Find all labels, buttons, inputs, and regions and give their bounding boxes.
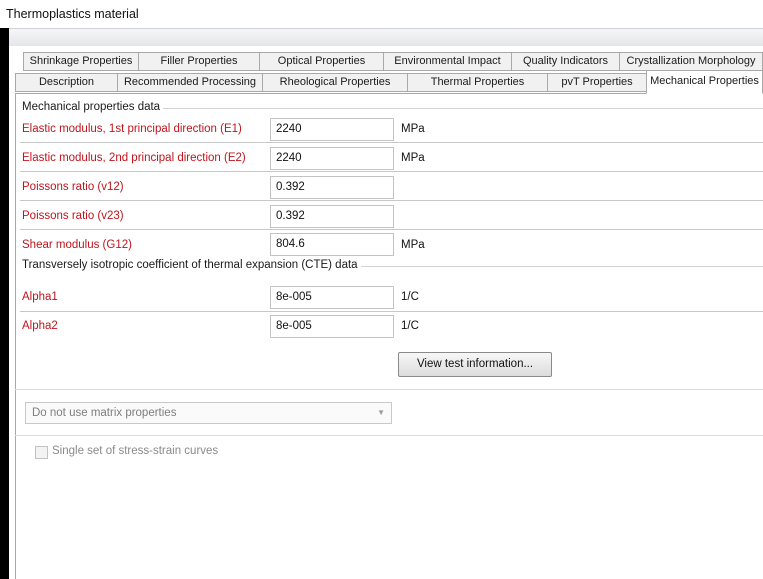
tab-thermal-properties[interactable]: Thermal Properties <box>407 73 548 92</box>
unit-e2: MPa <box>401 152 425 164</box>
input-e1[interactable]: 2240 <box>270 118 394 141</box>
unit-alpha1: 1/C <box>401 291 419 303</box>
tab-shrinkage-properties[interactable]: Shrinkage Properties <box>23 52 139 71</box>
label-alpha1: Alpha1 <box>22 291 58 303</box>
window-frame-left <box>0 28 9 579</box>
unit-e1: MPa <box>401 123 425 135</box>
tab-pvt-properties[interactable]: pvT Properties <box>547 73 647 92</box>
group-title-cte: Transversely isotropic coefficient of th… <box>22 259 361 271</box>
label-v23: Poissons ratio (v23) <box>22 210 124 222</box>
window-frame-top <box>9 28 763 46</box>
label-e2: Elastic modulus, 2nd principal direction… <box>22 152 246 164</box>
matrix-select-value: Do not use matrix properties <box>32 407 177 419</box>
input-e2[interactable]: 2240 <box>270 147 394 170</box>
tab-filler-properties[interactable]: Filler Properties <box>138 52 260 71</box>
section-divider <box>15 389 763 390</box>
matrix-properties-select[interactable]: Do not use matrix properties ▼ <box>25 402 392 424</box>
tab-environmental-impact[interactable]: Environmental Impact <box>383 52 512 71</box>
tab-crystallization-morphology[interactable]: Crystallization Morphology <box>619 52 763 71</box>
row-divider <box>20 171 763 172</box>
tab-optical-properties[interactable]: Optical Properties <box>259 52 384 71</box>
tab-mechanical-properties[interactable]: Mechanical Properties <box>646 70 763 94</box>
stress-strain-label: Single set of stress-strain curves <box>52 445 219 457</box>
unit-g12: MPa <box>401 239 425 251</box>
tab-quality-indicators[interactable]: Quality Indicators <box>511 52 620 71</box>
tab-description[interactable]: Description <box>15 73 118 92</box>
label-e1: Elastic modulus, 1st principal direction… <box>22 123 242 135</box>
label-g12: Shear modulus (G12) <box>22 239 132 251</box>
input-alpha1[interactable]: 8e-005 <box>270 286 394 309</box>
row-divider <box>20 311 763 312</box>
input-v12[interactable]: 0.392 <box>270 176 394 199</box>
window-title: Thermoplastics material <box>6 7 139 21</box>
row-divider <box>20 142 763 143</box>
label-v12: Poissons ratio (v12) <box>22 181 124 193</box>
input-g12[interactable]: 804.6 <box>270 233 394 256</box>
group-title-mechanical: Mechanical properties data <box>22 101 164 113</box>
label-alpha2: Alpha2 <box>22 320 58 332</box>
stress-strain-checkbox[interactable] <box>35 446 48 459</box>
view-test-information-button[interactable]: View test information... <box>398 352 552 377</box>
input-v23[interactable]: 0.392 <box>270 205 394 228</box>
input-alpha2[interactable]: 8e-005 <box>270 315 394 338</box>
chevron-down-icon: ▼ <box>377 408 385 417</box>
unit-alpha2: 1/C <box>401 320 419 332</box>
row-divider <box>20 200 763 201</box>
row-divider <box>20 229 763 230</box>
section-divider <box>15 435 763 436</box>
tab-rheological-properties[interactable]: Rheological Properties <box>262 73 408 92</box>
tab-recommended-processing[interactable]: Recommended Processing <box>117 73 263 92</box>
